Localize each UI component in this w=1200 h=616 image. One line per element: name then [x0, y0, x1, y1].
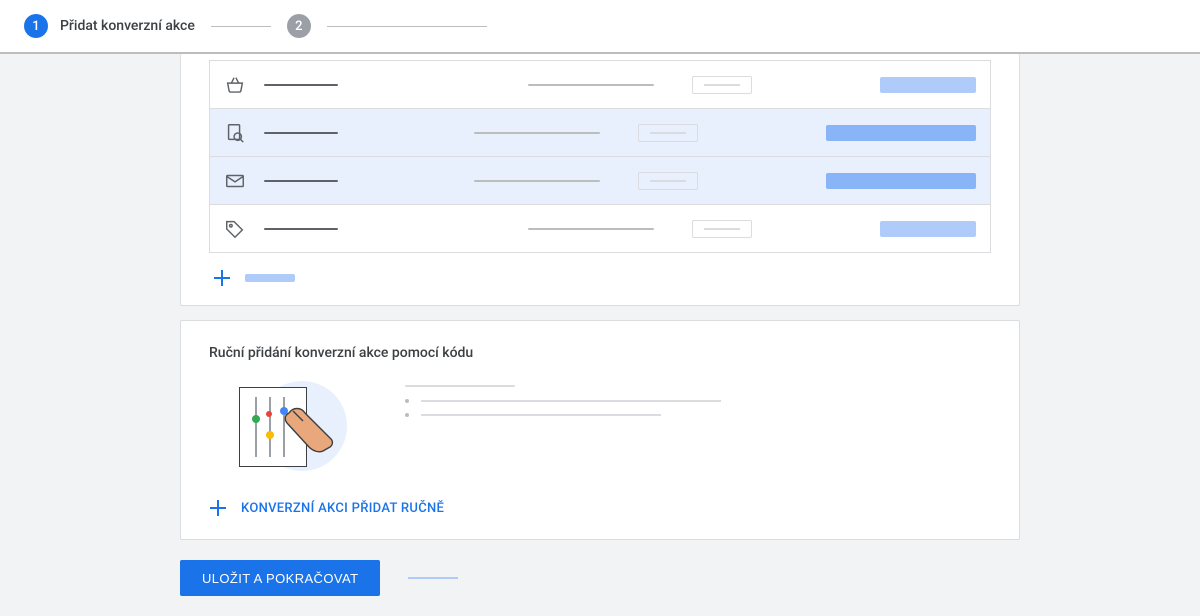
- row-name-placeholder: [264, 84, 338, 86]
- envelope-icon: [224, 170, 246, 192]
- conversion-table: [209, 60, 991, 253]
- conversion-row-basket[interactable]: [210, 60, 990, 108]
- row-name-placeholder: [264, 132, 338, 134]
- step-1-badge: 1: [24, 14, 48, 38]
- step-2-badge: 2: [287, 14, 311, 38]
- step-2[interactable]: 2: [287, 14, 311, 38]
- add-row-placeholder: [245, 274, 295, 282]
- row-value-box[interactable]: [692, 76, 752, 94]
- desc-bullet-placeholder: [421, 400, 721, 402]
- tag-icon: [224, 218, 246, 240]
- search-doc-icon: [224, 122, 246, 144]
- sliders-illustration: [239, 383, 349, 471]
- save-continue-button[interactable]: ULOŽIT A POKRAČOVAT: [180, 560, 380, 596]
- row-desc-placeholder: [474, 132, 600, 134]
- row-desc-placeholder: [528, 84, 654, 86]
- step-1[interactable]: 1 Přidat konverzní akce: [24, 14, 195, 38]
- row-name-placeholder: [264, 228, 338, 230]
- hand-icon: [283, 403, 343, 453]
- conversion-row-search[interactable]: [210, 108, 990, 156]
- manual-illustration-row: [209, 383, 991, 471]
- conversion-list-card: [180, 54, 1020, 306]
- step-trail: [327, 26, 487, 27]
- desc-bullet-placeholder: [421, 414, 661, 416]
- step-connector: [211, 26, 271, 27]
- step-1-label: Přidat konverzní akce: [60, 18, 195, 34]
- row-status-badge: [826, 173, 976, 189]
- main-content: Ruční přidání konverzní akce pomocí kódu: [180, 54, 1020, 616]
- add-manual-button[interactable]: KONVERZNÍ AKCI PŘIDAT RUČNĚ: [209, 499, 991, 517]
- row-value-box[interactable]: [638, 172, 698, 190]
- add-manual-label: KONVERZNÍ AKCI PŘIDAT RUČNĚ: [241, 501, 444, 516]
- row-status-badge: [826, 125, 976, 141]
- stepper-header: 1 Přidat konverzní akce 2: [0, 0, 1200, 54]
- row-name-placeholder: [264, 180, 338, 182]
- plus-icon: [209, 499, 227, 517]
- row-status-badge: [880, 77, 976, 93]
- footer-actions: ULOŽIT A POKRAČOVAT: [180, 560, 1020, 616]
- row-value-box[interactable]: [638, 124, 698, 142]
- manual-description: [405, 383, 991, 427]
- add-conversion-row[interactable]: [209, 269, 991, 287]
- basket-icon: [224, 74, 246, 96]
- secondary-action-placeholder[interactable]: [408, 577, 458, 579]
- plus-icon: [213, 269, 231, 287]
- manual-add-card: Ruční přidání konverzní akce pomocí kódu: [180, 320, 1020, 540]
- row-value-box[interactable]: [692, 220, 752, 238]
- row-desc-placeholder: [528, 228, 654, 230]
- row-desc-placeholder: [474, 180, 600, 182]
- conversion-row-envelope[interactable]: [210, 156, 990, 204]
- row-status-badge: [880, 221, 976, 237]
- desc-line-placeholder: [405, 385, 515, 387]
- manual-card-title: Ruční přidání konverzní akce pomocí kódu: [209, 345, 991, 361]
- conversion-row-tag[interactable]: [210, 204, 990, 252]
